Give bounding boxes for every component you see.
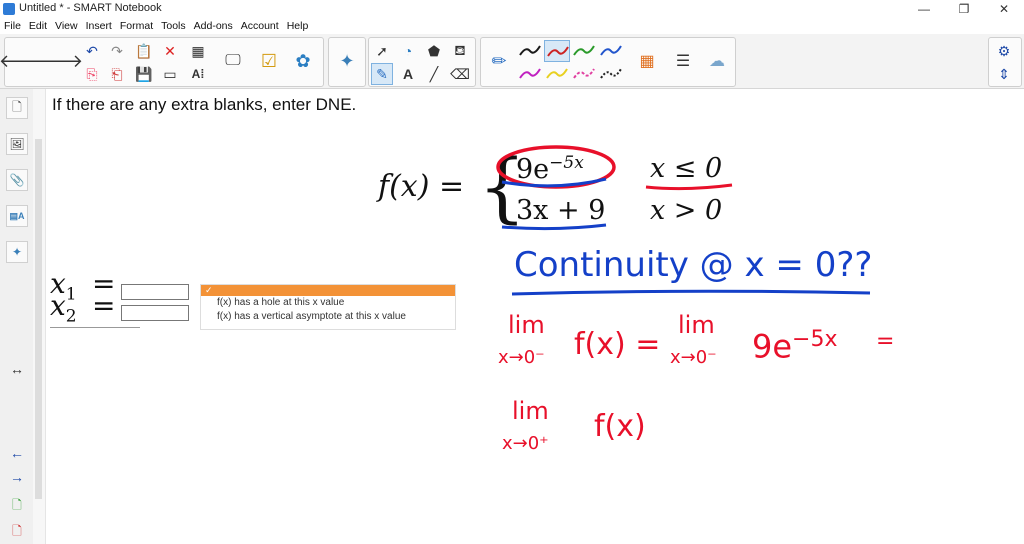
toolbar-group-pens: ✏ ▦ ☰ ☁ <box>480 37 736 87</box>
toolbar-group-gallery: ✦ <box>328 37 366 87</box>
pen-color-magenta[interactable] <box>517 63 543 85</box>
shapes-icon[interactable]: ◔ <box>397 40 419 62</box>
toolbar-group-main: 🡐 🡒 ↶ ⎘ ↷ ⎗ 📋 💾 ✕ ▭ ▦ A⁞ 🖵 ☑ ✿ <box>0 37 324 87</box>
continuity-heading-ink: Continuity @ x = 0?? <box>514 245 873 285</box>
menu-tools[interactable]: Tools <box>157 18 190 34</box>
pen-color-black[interactable] <box>517 40 543 62</box>
gallery-icon[interactable]: 🖼 <box>6 133 28 155</box>
fill-bucket-icon[interactable]: ⛾ <box>449 40 471 62</box>
menu-edit[interactable]: Edit <box>25 18 51 34</box>
document-camera-icon[interactable]: 🖵 <box>217 38 249 84</box>
text-tool-icon[interactable]: A <box>397 63 419 85</box>
menu-bar: File Edit View Insert Format Tools Add-o… <box>0 18 1024 34</box>
page-sorter-icon[interactable]: 🗋 <box>6 97 28 119</box>
pen-color-pink[interactable] <box>571 63 597 85</box>
delete-page-icon[interactable]: ⎗ <box>106 63 128 85</box>
menu-account[interactable]: Account <box>237 18 283 34</box>
title-bar: Untitled * - SMART Notebook — ❐ ✕ <box>0 0 1024 18</box>
redo-icon[interactable]: ↷ <box>106 40 128 62</box>
addons-icon[interactable]: ✦ <box>6 241 28 263</box>
forward-arrow-icon[interactable]: 🡒 <box>35 38 83 84</box>
smart-notebook-icon <box>3 3 15 15</box>
menu-view[interactable]: View <box>51 18 82 34</box>
lim3-sub-ink: x→0⁺ <box>502 433 549 454</box>
pen-color-dashed-black[interactable] <box>598 63 624 85</box>
gear-icon[interactable]: ⚙ <box>993 40 1015 62</box>
menu-file[interactable]: File <box>0 18 25 34</box>
next-page-icon[interactable]: → <box>6 469 28 485</box>
lim2-sub-ink: x→0⁻ <box>670 347 717 368</box>
scroll-thumb[interactable] <box>35 139 42 499</box>
toolbar: 🡐 🡒 ↶ ⎘ ↷ ⎗ 📋 💾 ✕ ▭ ▦ A⁞ 🖵 ☑ ✿ ✦ ➚ ✎ ◔ A… <box>0 34 1024 89</box>
toolbar-group-tools: ➚ ✎ ◔ A ⬟ ╱ ⛾ ⌫ <box>368 37 476 87</box>
save-icon[interactable]: 💾 <box>133 63 155 85</box>
whiteboard-canvas[interactable]: If there are any extra blanks, enter DNE… <box>46 89 1024 544</box>
toolbar-group-settings: ⚙ ⇕ <box>988 37 1022 87</box>
restore-button[interactable]: ❐ <box>944 0 984 18</box>
pen-color-yellow[interactable] <box>544 63 570 85</box>
fill-shape-icon[interactable]: ⬟ <box>423 40 445 62</box>
previous-page-icon[interactable]: ← <box>6 445 28 461</box>
properties-icon[interactable]: ▤A <box>6 205 28 227</box>
pen-color-red[interactable] <box>544 40 570 62</box>
lim2-expr-ink: 9e−5x <box>752 327 838 366</box>
line-tool-icon[interactable]: ╱ <box>423 63 445 85</box>
activity-builder-icon[interactable]: ☑ <box>253 38 285 84</box>
lim1-rest-ink: f(x) = <box>574 327 661 362</box>
menu-addons[interactable]: Add-ons <box>190 18 237 34</box>
attachments-icon[interactable]: 📎 <box>6 169 28 191</box>
blue-rule-ink <box>511 289 871 296</box>
vertical-scrollbar[interactable] <box>33 89 46 544</box>
screen-shade-icon[interactable]: ▭ <box>159 63 181 85</box>
pen-tool-icon[interactable]: ✎ <box>371 63 393 85</box>
pen-color-blue[interactable] <box>598 40 624 62</box>
resize-handle-icon[interactable]: ↔ <box>6 361 28 377</box>
eraser-icon[interactable]: ⌫ <box>449 63 471 85</box>
menu-help[interactable]: Help <box>283 18 313 34</box>
undo-icon[interactable]: ↶ <box>81 40 103 62</box>
red-underline-ink <box>645 183 733 191</box>
pen-type-icon[interactable]: ✏ <box>483 38 515 84</box>
color-palette-icon[interactable]: ▦ <box>631 38 663 84</box>
fill-effects-icon[interactable]: ☁ <box>701 38 733 84</box>
minimize-button[interactable]: — <box>904 0 944 18</box>
menu-format[interactable]: Format <box>116 18 157 34</box>
delete-icon[interactable]: ✕ <box>159 40 181 62</box>
lim3-rest-ink: f(x) <box>594 409 646 444</box>
window-title: Untitled * - SMART Notebook <box>19 2 162 14</box>
blue-underline-ink-2 <box>501 223 607 231</box>
sidebar: 🗋 🖼 📎 ▤A ✦ ↔ ← → 🗋 🗋 <box>0 89 34 544</box>
menu-insert[interactable]: Insert <box>82 18 116 34</box>
close-button[interactable]: ✕ <box>984 0 1024 18</box>
gallery-puzzle-icon[interactable]: ✦ <box>331 38 363 84</box>
lim2-equals-ink: = <box>876 329 895 354</box>
lim2-ink: lim <box>678 311 715 339</box>
select-arrow-icon[interactable]: ➚ <box>371 40 393 62</box>
addon-icon[interactable]: ✿ <box>287 38 319 84</box>
pen-color-green[interactable] <box>571 40 597 62</box>
insert-page-icon[interactable]: ⎘ <box>81 63 103 85</box>
delete-page-side-icon[interactable]: 🗋 <box>6 521 28 543</box>
move-toolbar-icon[interactable]: ⇕ <box>993 63 1015 85</box>
add-page-icon[interactable]: 🗋 <box>6 495 28 517</box>
lim1-ink: lim <box>508 311 545 339</box>
paste-icon[interactable]: 📋 <box>133 40 155 62</box>
table-icon[interactable]: ▦ <box>187 40 209 62</box>
lim1-sub-ink: x→0⁻ <box>498 347 545 368</box>
text-ai-icon[interactable]: A⁞ <box>187 63 209 85</box>
line-style-icon[interactable]: ☰ <box>667 38 699 84</box>
lim3-ink: lim <box>512 397 549 425</box>
